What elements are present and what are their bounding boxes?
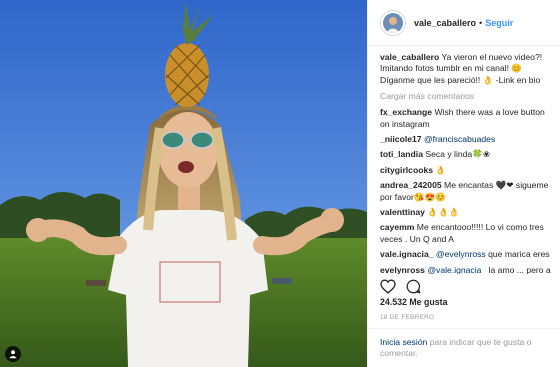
comment-text: la amo ... pero a — [488, 264, 551, 274]
photo-illustration — [0, 0, 367, 367]
comment-username[interactable]: _niicole17 — [380, 134, 422, 144]
comment-username[interactable]: toti_landia — [380, 149, 423, 159]
comment-item: citygirlcooks 👌 — [380, 165, 552, 176]
comment-mention[interactable]: @franciscabuades — [424, 134, 495, 144]
login-prompt: Inicia sesión para indicar que te gusta … — [368, 328, 560, 367]
comment-text: que marica eres — [488, 249, 550, 260]
comment-item: andrea_242005 Me encantas 🖤❤ sigueme por… — [380, 180, 552, 203]
post-side-panel: vale_caballero • Seguir vale_caballero Y… — [367, 0, 560, 367]
comment-bubble-icon[interactable] — [406, 279, 421, 294]
separator-dot: • — [479, 17, 483, 28]
comment-username[interactable]: valenttinay — [380, 207, 425, 217]
comment-username[interactable]: cayemm — [380, 222, 414, 232]
likes-label: Me gusta — [409, 297, 448, 307]
header-username[interactable]: vale_caballero — [414, 18, 476, 28]
comments-list[interactable]: vale_caballero Ya vieron el nuevo video?… — [380, 52, 552, 274]
comment-item: _niicole17 @franciscabuades — [380, 134, 552, 145]
comment-username[interactable]: andrea_242005 — [380, 180, 442, 190]
comment-mention[interactable]: @evelynross — [436, 249, 486, 259]
likes-count[interactable]: 24.532 Me gusta — [380, 297, 448, 307]
likes-number: 24.532 — [380, 297, 407, 307]
comment-item: vale.ignacia_ @evelynross que marica ere… — [380, 249, 552, 260]
post-photo[interactable] — [0, 0, 367, 367]
load-more-comments-button[interactable]: Cargar más comentarios — [380, 91, 552, 101]
comment-item: valenttinay 👌👌👌 — [380, 207, 552, 218]
post-header: vale_caballero • Seguir — [368, 0, 560, 46]
comment-text: 👌👌👌 — [427, 207, 460, 218]
comment-mention[interactable]: @vale.ignacia_ — [427, 265, 486, 274]
comment-username[interactable]: evelynross — [380, 265, 425, 274]
post-actions — [380, 276, 431, 296]
comment-username[interactable]: vale.ignacia_ — [380, 249, 434, 259]
comment-text: 👌 — [435, 164, 447, 175]
follow-button[interactable]: Seguir — [485, 18, 513, 28]
comment-item: toti_landia Seca y linda🍀❀ — [380, 149, 552, 160]
heart-icon[interactable] — [380, 278, 396, 294]
caption-username[interactable]: vale_caballero — [380, 52, 439, 62]
post-date: 18 DE FEBRERO — [380, 314, 435, 321]
comment-item: cayemm Me encantooo!!!!! Lo vi como tres… — [380, 222, 552, 245]
avatar[interactable] — [380, 9, 406, 36]
comment-username[interactable]: citygirlcooks — [380, 165, 433, 175]
comment-username[interactable]: fx_exchange — [380, 107, 432, 117]
login-link[interactable]: Inicia sesión — [380, 337, 427, 347]
person-tag-icon[interactable] — [5, 346, 21, 362]
comment-item: fx_exchange Wish there was a love button… — [380, 107, 552, 130]
comment-text: Seca y linda🍀❀ — [425, 149, 491, 160]
comment-item: evelynross @vale.ignacia_ la amo ... per… — [380, 265, 552, 274]
post-caption: vale_caballero Ya vieron el nuevo video?… — [380, 52, 552, 86]
